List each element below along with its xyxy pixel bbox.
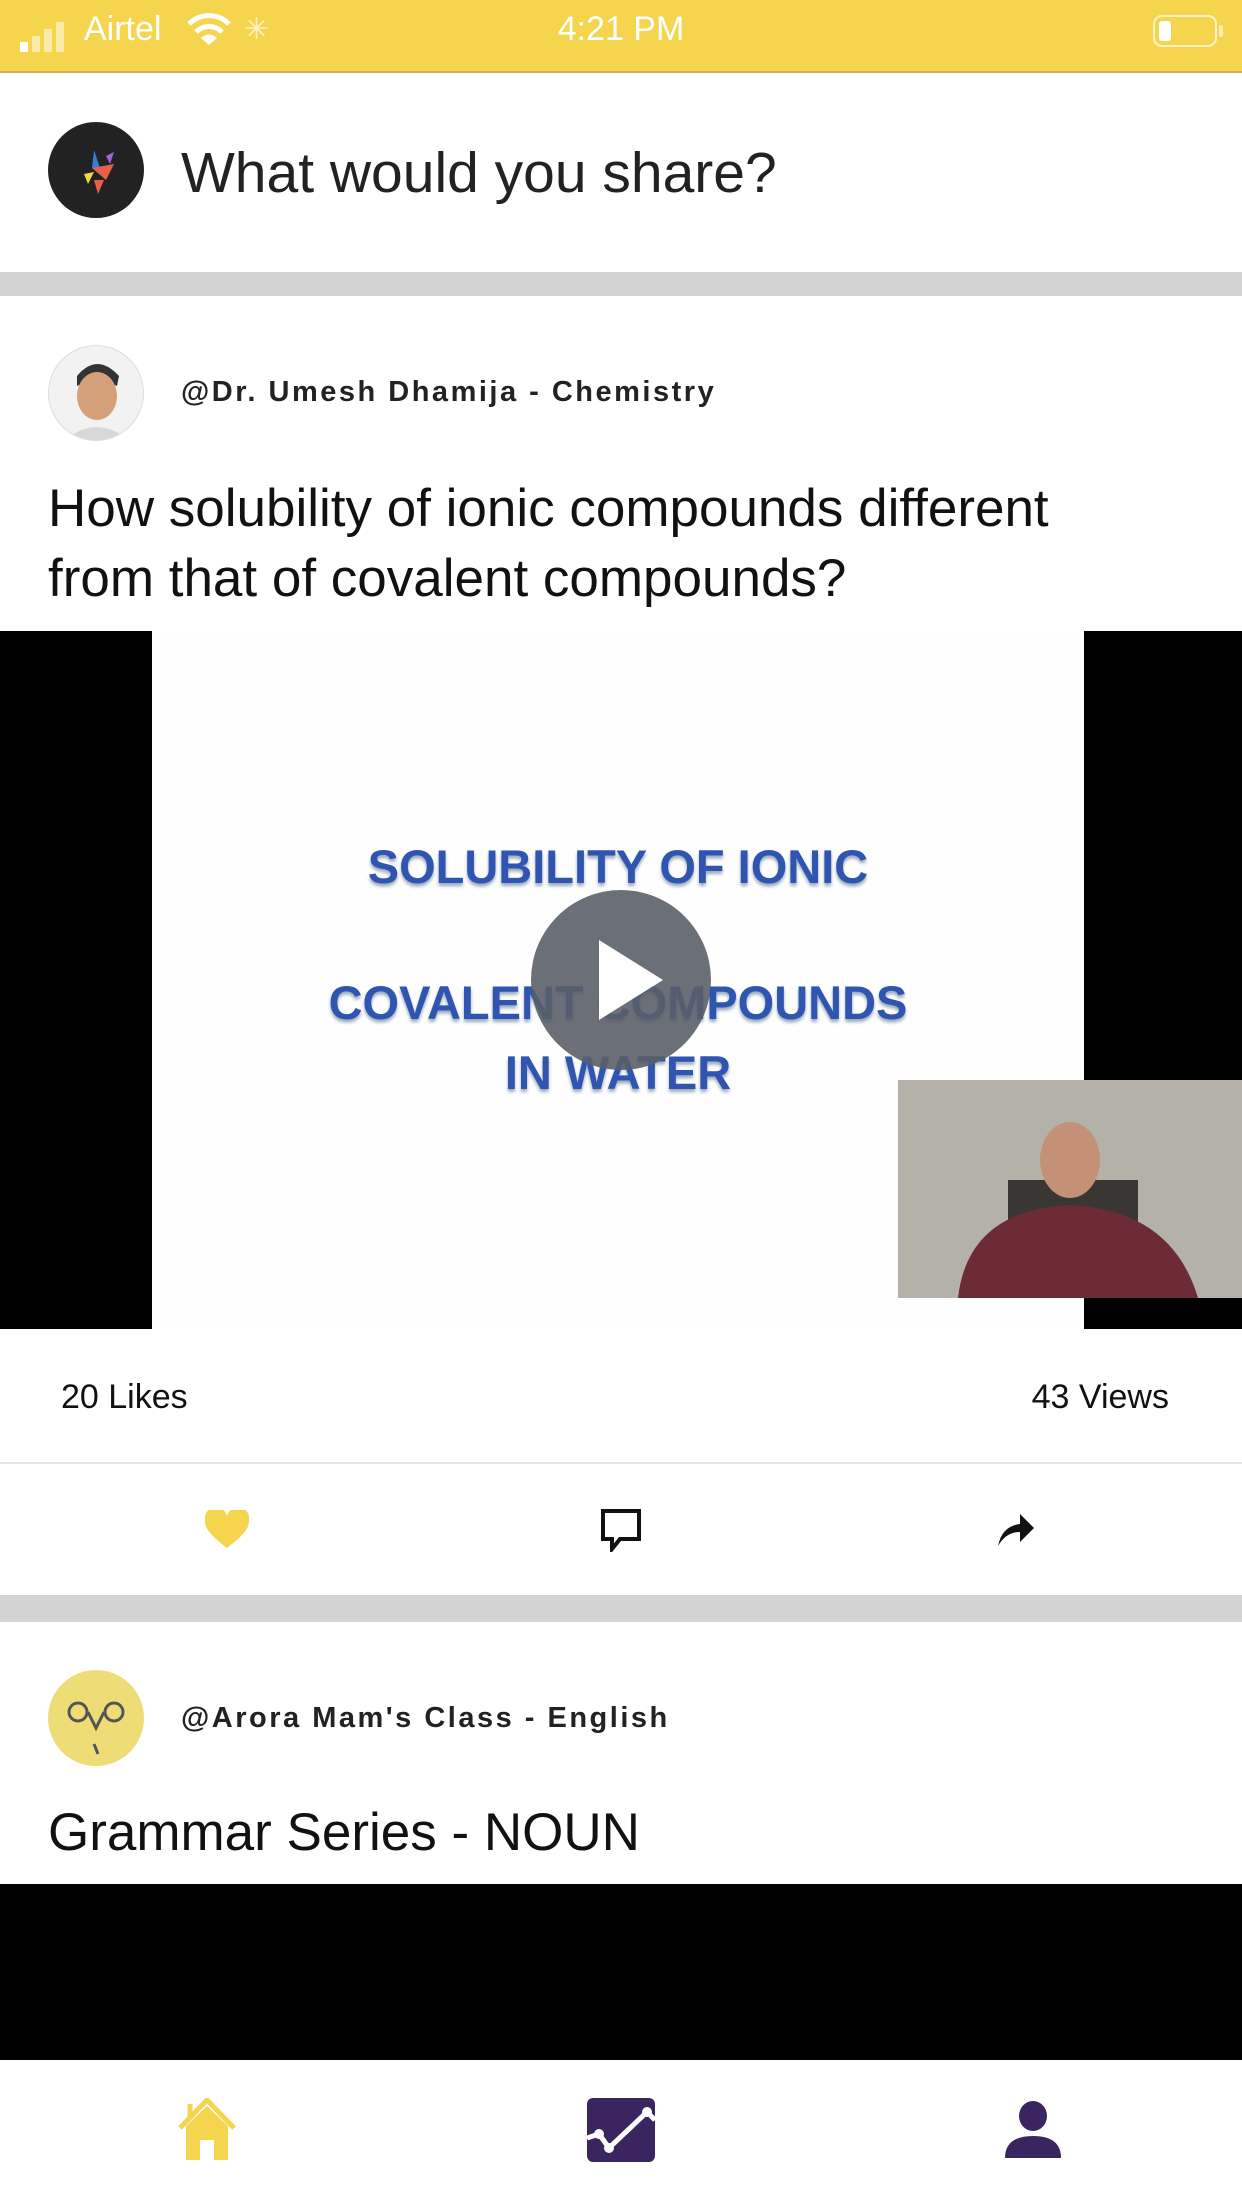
divider <box>0 272 1242 296</box>
author-avatar[interactable] <box>48 1670 144 1766</box>
post-title-line: from that of covalent compounds? <box>48 549 847 608</box>
tab-profile[interactable] <box>1003 2100 1063 2160</box>
presenter-icon <box>898 1080 1242 1298</box>
status-bar: Airtel ✳ 4:21 PM <box>0 0 1242 73</box>
author-cartoon-icon <box>67 1701 125 1755</box>
profile-icon <box>1005 2101 1061 2158</box>
video-player[interactable]: SOLUBILITY OF IONIC COVALENT COMPOUNDS I… <box>0 631 1242 1329</box>
comment-button[interactable] <box>600 1508 642 1552</box>
composer[interactable]: What would you share? <box>0 73 1242 272</box>
play-button[interactable] <box>531 890 711 1070</box>
divider <box>0 1462 1242 1464</box>
play-icon <box>599 940 663 1020</box>
webcam-overlay <box>898 1080 1242 1298</box>
tab-analytics[interactable] <box>587 2098 655 2162</box>
views-count: 43 Views <box>1031 1378 1169 1416</box>
clock: 4:21 PM <box>557 10 685 48</box>
author-name[interactable]: @Dr. Umesh Dhamija - Chemistry <box>181 376 716 409</box>
post-title: Grammar Series - NOUN <box>48 1803 640 1862</box>
author-name[interactable]: @Arora Mam's Class - English <box>181 1702 670 1735</box>
post-title-line: How solubility of ionic compounds differ… <box>48 479 1049 538</box>
like-button[interactable] <box>205 1510 249 1550</box>
user-avatar <box>48 122 144 218</box>
author-avatar[interactable] <box>48 345 144 441</box>
comment-icon <box>601 1509 641 1552</box>
tab-bar <box>0 2060 1242 2208</box>
share-icon <box>998 1514 1034 1546</box>
heart-icon <box>205 1510 249 1548</box>
author-photo-icon <box>49 346 143 440</box>
likes-count: 20 Likes <box>61 1378 188 1416</box>
share-button[interactable] <box>996 1512 1036 1548</box>
post-card: @Arora Mam's Class - English Grammar Ser… <box>0 1622 1242 1884</box>
battery-icon <box>1153 15 1223 47</box>
composer-prompt[interactable]: What would you share? <box>181 140 777 206</box>
video-player[interactable] <box>0 1884 1242 2060</box>
logo-icon <box>84 150 114 194</box>
slide-text: SOLUBILITY OF IONIC <box>367 840 869 893</box>
tab-home[interactable] <box>176 2098 238 2162</box>
post-title: How solubility of ionic compounds differ… <box>48 474 1049 614</box>
divider <box>0 1595 1242 1622</box>
